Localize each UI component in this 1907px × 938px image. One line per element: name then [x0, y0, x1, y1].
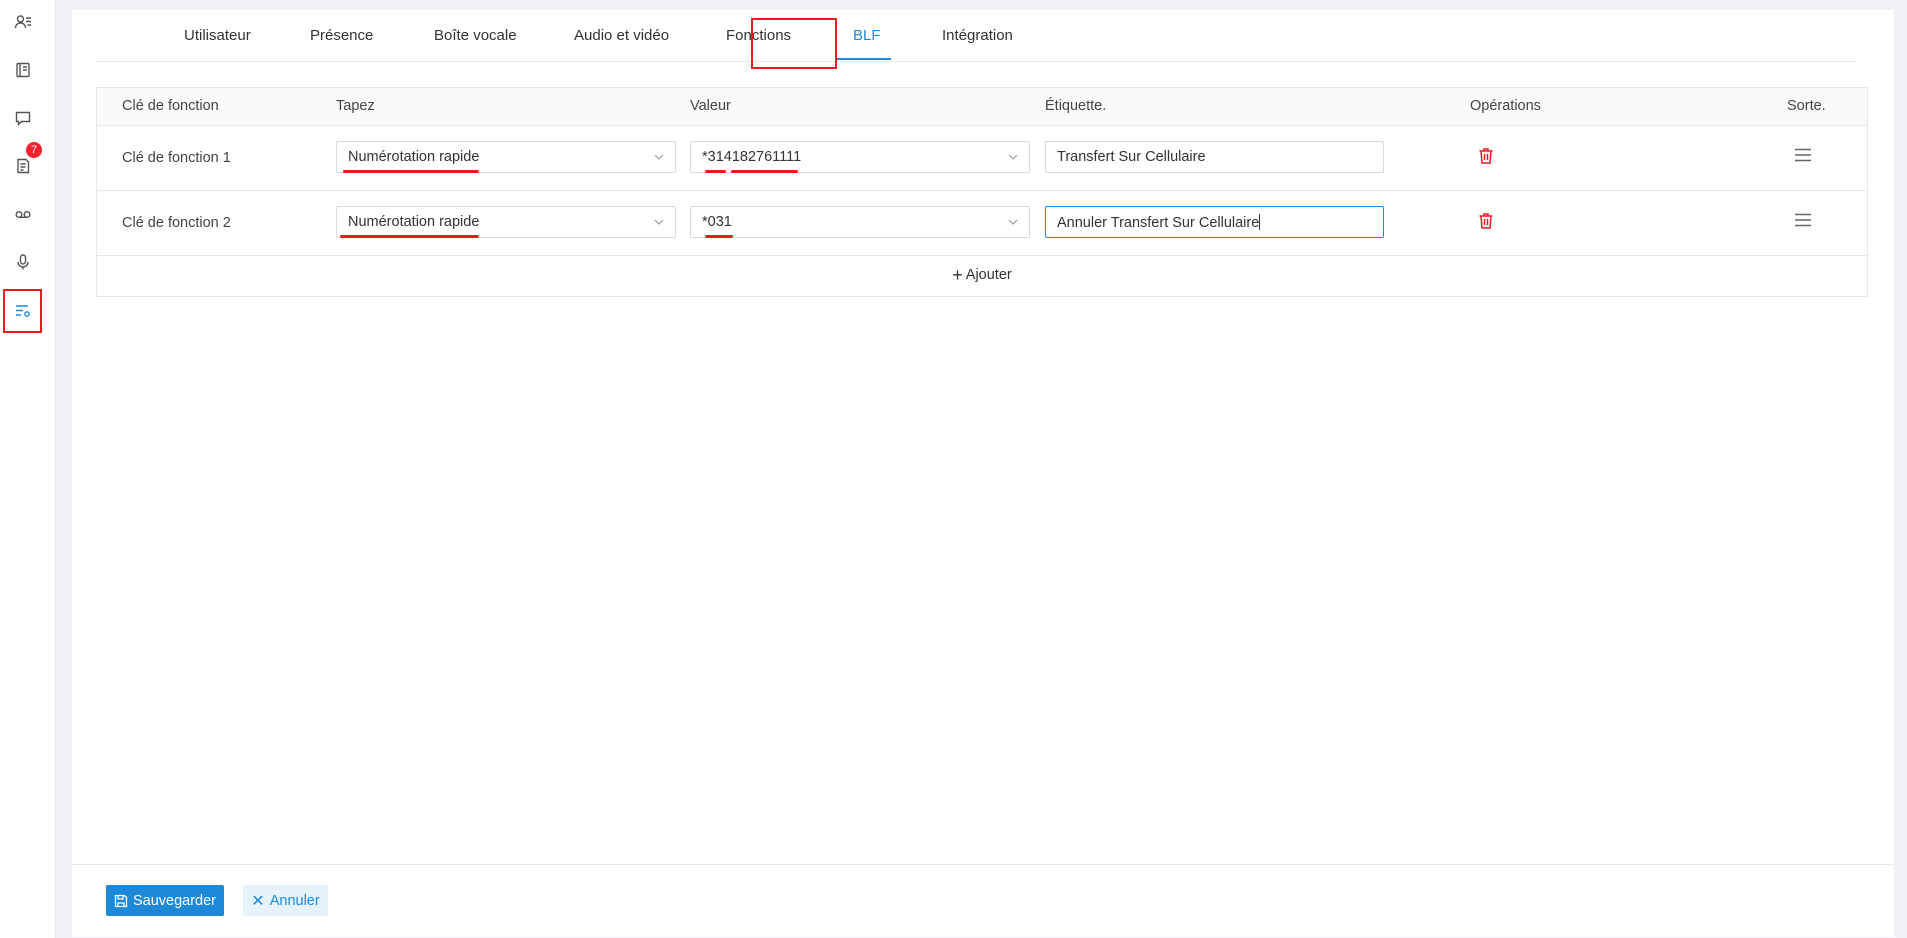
chevron-down-icon	[654, 219, 664, 225]
cancel-label: Annuler	[269, 892, 320, 909]
type-select[interactable]: Numérotation rapide	[336, 141, 676, 173]
chevron-down-icon	[1008, 154, 1018, 160]
trash-icon[interactable]	[1478, 147, 1494, 165]
user-list-icon[interactable]	[0, 0, 45, 44]
text-caret	[1259, 214, 1261, 230]
label-input[interactable]: Transfert Sur Cellulaire	[1045, 141, 1384, 173]
annotation-box-tab	[751, 18, 837, 69]
footer: Sauvegarder ✕ Annuler	[72, 864, 1894, 937]
annotation-underline	[705, 170, 726, 173]
header-operations: Opérations	[1470, 98, 1541, 114]
header-label: Étiquette.	[1045, 98, 1107, 114]
drag-handle-icon[interactable]	[1795, 213, 1811, 227]
save-label: Sauvegarder	[132, 892, 217, 909]
plus-icon: +	[952, 264, 963, 285]
type-value: Numérotation rapide	[348, 149, 480, 165]
tab-presence[interactable]: Présence	[310, 27, 373, 44]
cancel-button[interactable]: ✕ Annuler	[243, 885, 328, 916]
close-icon: ✕	[251, 892, 265, 910]
value-select[interactable]: *314182761111	[690, 141, 1030, 173]
add-row-button[interactable]: + Ajouter	[97, 254, 1867, 296]
table-row: Clé de fonction 2 Numérotation rapide *0…	[97, 191, 1867, 256]
label-input[interactable]: Annuler Transfert Sur Cellulaire	[1045, 206, 1384, 238]
drag-handle-icon[interactable]	[1795, 148, 1811, 162]
annotation-box-sidebar	[3, 289, 42, 333]
active-tab-indicator	[835, 58, 891, 60]
chat-icon[interactable]	[0, 96, 45, 140]
tab-boite-vocale[interactable]: Boîte vocale	[434, 27, 517, 44]
header-key: Clé de fonction	[122, 98, 219, 114]
table-row: Clé de fonction 1 Numérotation rapide *3…	[97, 126, 1867, 191]
blf-table: Clé de fonction Tapez Valeur Étiquette. …	[96, 87, 1868, 297]
tab-utilisateur[interactable]: Utilisateur	[184, 27, 251, 44]
label-value: Annuler Transfert Sur Cellulaire	[1057, 214, 1261, 231]
type-select[interactable]: Numérotation rapide	[336, 206, 676, 238]
chevron-down-icon	[654, 154, 664, 160]
main-panel: Utilisateur Présence Boîte vocale Audio …	[72, 10, 1894, 936]
header-sort: Sorte.	[1787, 98, 1826, 114]
tab-blf[interactable]: BLF	[853, 27, 881, 44]
notification-badge: 7	[26, 142, 42, 158]
header-value: Valeur	[690, 98, 731, 114]
save-icon	[114, 894, 128, 907]
value-select[interactable]: *031	[690, 206, 1030, 238]
trash-icon[interactable]	[1478, 212, 1494, 230]
annotation-underline	[705, 235, 733, 238]
table-header: Clé de fonction Tapez Valeur Étiquette. …	[97, 88, 1867, 126]
add-label: Ajouter	[965, 267, 1012, 283]
tab-bar: Utilisateur Présence Boîte vocale Audio …	[96, 10, 1856, 62]
annotation-underline	[731, 170, 798, 173]
value-value: *031	[702, 214, 732, 230]
label-value: Transfert Sur Cellulaire	[1057, 149, 1206, 165]
contacts-book-icon[interactable]	[0, 48, 45, 92]
row-key: Clé de fonction 2	[122, 215, 231, 231]
label-text: Annuler Transfert Sur Cellulaire	[1057, 215, 1260, 231]
row-key: Clé de fonction 1	[122, 150, 231, 166]
type-value: Numérotation rapide	[348, 214, 480, 230]
call-log-icon[interactable]: 7	[0, 142, 45, 188]
chevron-down-icon	[1008, 219, 1018, 225]
save-button[interactable]: Sauvegarder	[106, 885, 224, 916]
sidebar: 7	[0, 0, 56, 938]
voicemail-icon[interactable]	[0, 192, 45, 236]
microphone-icon[interactable]	[0, 240, 45, 284]
header-type: Tapez	[336, 98, 375, 114]
tab-audio-video[interactable]: Audio et vidéo	[574, 27, 669, 44]
tab-integration[interactable]: Intégration	[942, 27, 1013, 44]
value-value: *314182761111	[702, 149, 802, 165]
annotation-underline	[343, 170, 479, 173]
annotation-underline	[340, 235, 479, 238]
